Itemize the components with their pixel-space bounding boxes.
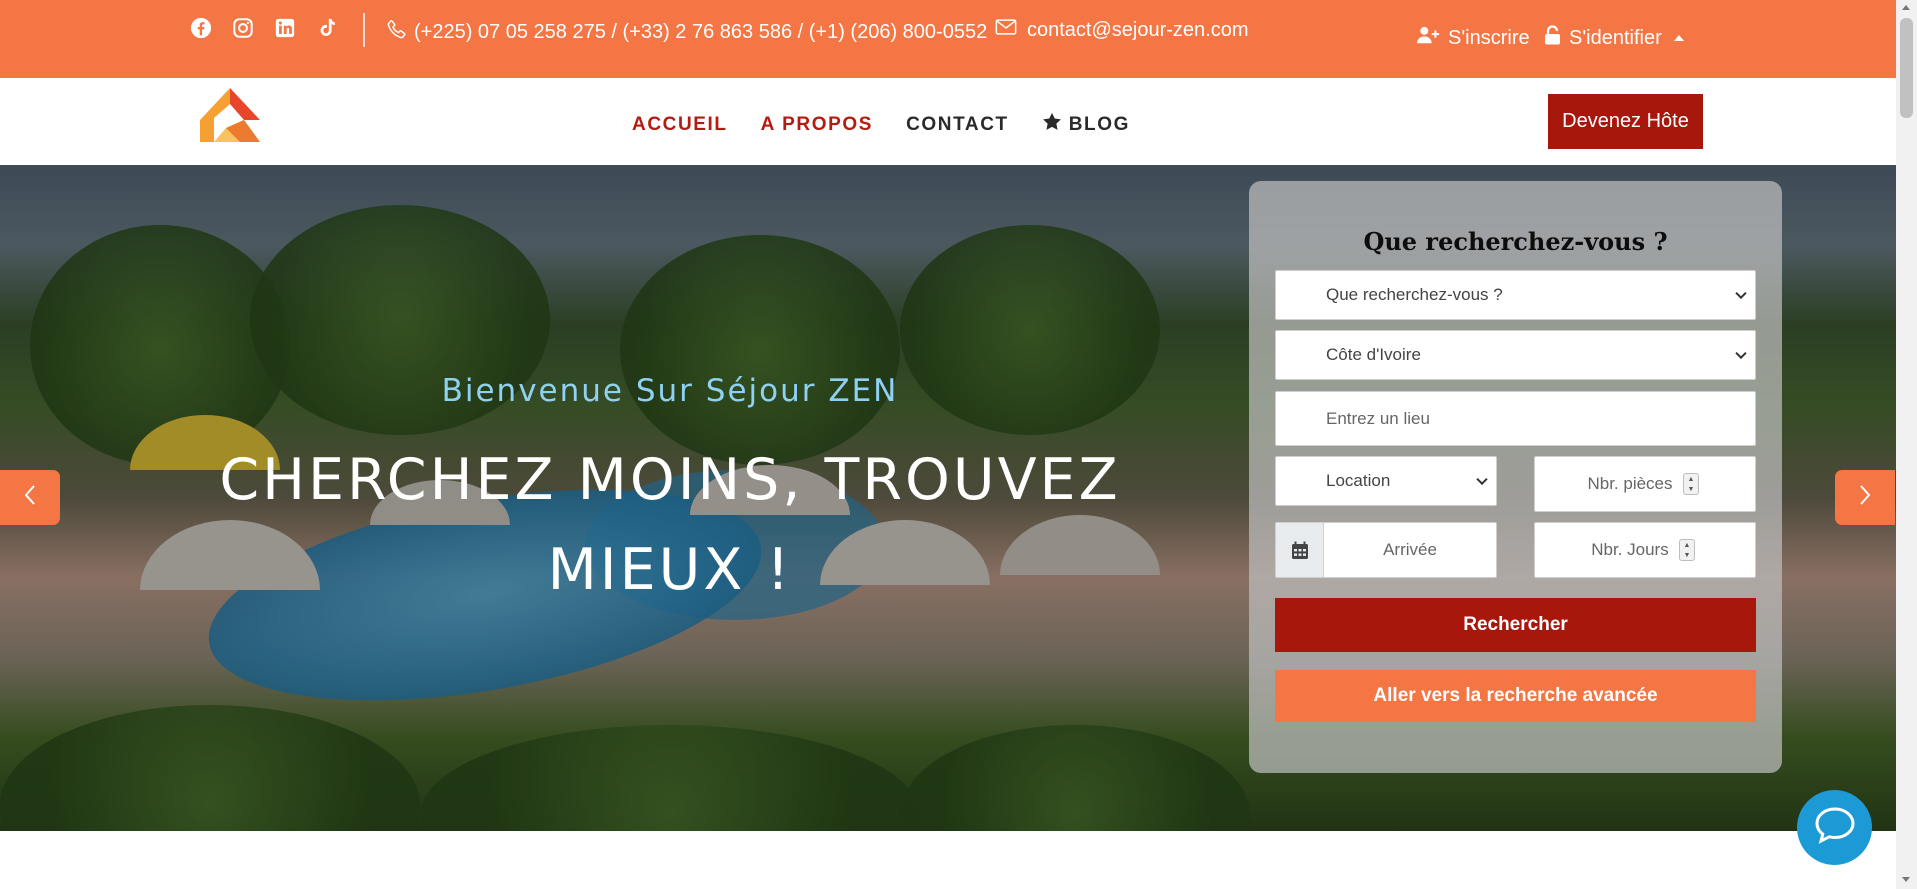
scroll-down-icon[interactable] [1902,877,1910,882]
hero-headline-line1: CHERCHEZ MOINS, TROUVEZ [219,447,1121,513]
days-stepper[interactable]: Nbr. Jours ▲ ▼ [1534,522,1756,578]
rooms-stepper[interactable]: Nbr. pièces ▲ ▼ [1534,456,1756,512]
stepper-arrows-icon[interactable]: ▲ ▼ [1679,539,1695,561]
phone-icon [386,18,408,46]
facebook-icon[interactable] [189,16,213,40]
user-plus-icon [1416,25,1440,51]
lock-icon [1544,25,1561,51]
nav-contact[interactable]: CONTACT [906,114,1009,136]
site-logo[interactable] [200,88,262,142]
chevron-down-icon [1735,347,1747,360]
envelope-icon [995,18,1017,42]
caret-up-icon [1673,35,1684,41]
nav-contact-label: CONTACT [906,113,1009,135]
nav-blog-label: BLOG [1068,113,1131,135]
register-label: S'inscrire [1448,26,1530,49]
chat-bubble-icon [1813,805,1857,850]
country-select[interactable]: Côte d'Ivoire [1275,330,1756,380]
linkedin-icon[interactable] [273,16,297,40]
become-host-button[interactable]: Devenez Hôte [1548,94,1703,149]
place-input[interactable]: Entrez un lieu [1275,391,1756,446]
tiktok-icon[interactable] [315,16,339,40]
scrollbar-thumb[interactable] [1900,18,1913,118]
chevron-down-icon [1476,473,1488,486]
nav-a-propos-label: A PROPOS [760,113,874,135]
chevron-left-icon [23,484,37,511]
chevron-right-icon [1858,484,1872,511]
topbar-divider [363,13,365,47]
nav-accueil-label: ACCUEIL [632,113,728,135]
hero-headline: CHERCHEZ MOINS, TROUVEZ MIEUX ! [170,435,1170,615]
social-links [189,16,339,40]
carousel-next-button[interactable] [1835,470,1895,525]
chevron-down-icon [1735,287,1747,300]
top-bar: (+225) 07 05 258 275 / (+33) 2 76 863 58… [0,0,1896,78]
calendar-icon[interactable] [1276,523,1324,577]
hero-headline-line2: MIEUX ! [547,537,793,603]
advanced-search-button[interactable]: Aller vers la recherche avancée [1275,670,1756,722]
arrival-date-field[interactable]: Arrivée [1275,522,1497,578]
stepper-arrows-icon[interactable]: ▲ ▼ [1683,473,1699,495]
search-panel: Que recherchez-vous ? Que recherchez-vou… [1249,181,1782,773]
days-placeholder: Nbr. Jours [1591,540,1669,559]
place-placeholder: Entrez un lieu [1326,408,1430,428]
transaction-mode-select[interactable]: Location [1275,456,1497,506]
instagram-icon[interactable] [231,16,255,40]
property-type-value: Que recherchez-vous ? [1326,285,1503,304]
login-label: S'identifier [1569,26,1662,49]
phone-numbers: (+225) 07 05 258 275 / (+33) 2 76 863 58… [414,20,988,43]
hero-welcome: Bienvenue Sur Séjour ZEN [441,373,899,409]
nav-accueil[interactable]: ACCUEIL [632,114,728,136]
scroll-up-icon[interactable] [1902,5,1910,10]
page-scrollbar[interactable] [1896,0,1917,889]
main-nav: ACCUEIL A PROPOS CONTACT BLOG [632,112,1130,137]
nav-a-propos[interactable]: A PROPOS [761,114,873,136]
rooms-placeholder: Nbr. pièces [1587,474,1673,493]
search-title: Que recherchez-vous ? [1363,227,1668,256]
transaction-mode-value: Location [1326,471,1391,490]
register-link[interactable]: S'inscrire [1416,25,1530,51]
page: (+225) 07 05 258 275 / (+33) 2 76 863 58… [0,0,1917,889]
carousel-prev-button[interactable] [0,470,60,525]
nav-blog[interactable]: BLOG [1042,112,1130,137]
main-navbar: ACCUEIL A PROPOS CONTACT BLOG Devenez Hô… [0,78,1896,165]
arrival-placeholder: Arrivée [1383,540,1437,559]
star-icon [1042,112,1062,137]
chat-widget-button[interactable] [1797,790,1872,865]
phone-contact[interactable]: (+225) 07 05 258 275 / (+33) 2 76 863 58… [386,18,987,46]
email-contact[interactable]: contact@sejour-zen.com [995,18,1249,42]
email-address: contact@sejour-zen.com [1027,18,1249,41]
login-dropdown[interactable]: S'identifier [1544,25,1684,51]
property-type-select[interactable]: Que recherchez-vous ? [1275,270,1756,320]
search-button[interactable]: Rechercher [1275,598,1756,652]
country-value: Côte d'Ivoire [1326,345,1421,364]
